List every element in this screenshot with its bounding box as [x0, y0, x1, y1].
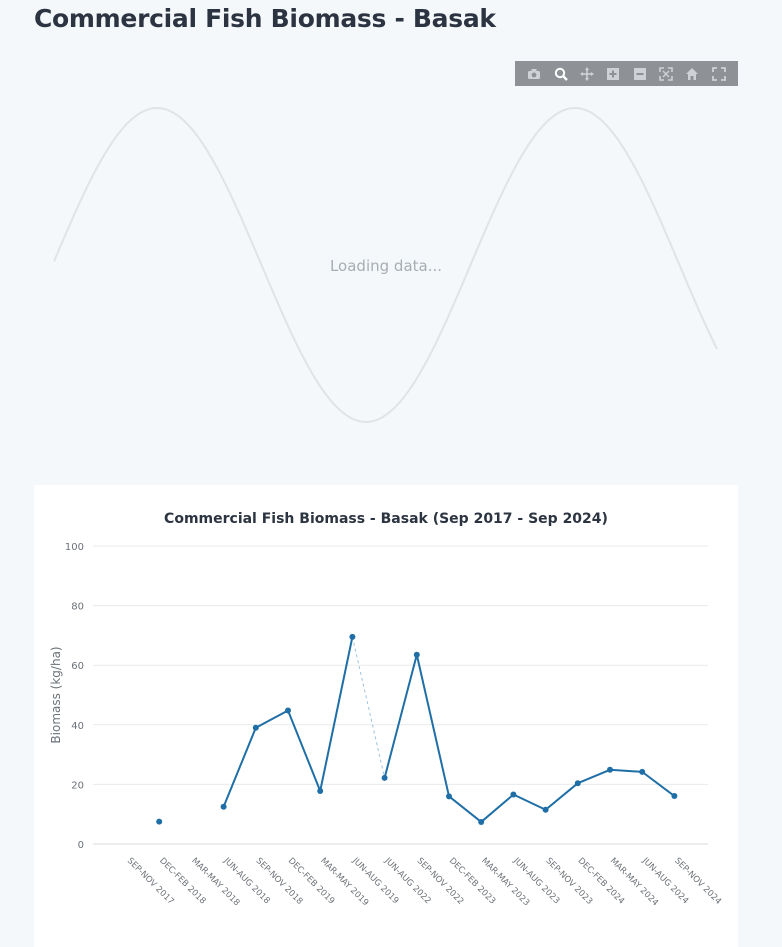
fullscreen-icon[interactable]: [711, 66, 727, 82]
data-point: [156, 818, 163, 825]
data-point: [317, 787, 324, 794]
series-line: [222, 636, 354, 808]
biomass-line-chart: Commercial Fish Biomass - Basak (Sep 201…: [49, 511, 723, 908]
y-tick-label: 100: [65, 542, 84, 553]
page-title: Commercial Fish Biomass - Basak: [34, 4, 496, 33]
data-point: [542, 806, 549, 813]
data-point: [381, 774, 388, 781]
y-tick-label: 60: [71, 661, 84, 672]
y-tick-label: 0: [78, 840, 84, 851]
data-point: [671, 793, 678, 800]
data-point: [574, 780, 581, 787]
camera-icon[interactable]: [526, 66, 542, 82]
data-point: [349, 633, 356, 640]
zoom-icon[interactable]: [553, 66, 569, 82]
data-point: [478, 818, 485, 825]
home-icon[interactable]: [684, 66, 700, 82]
chart-modebar: [515, 61, 738, 86]
zoom-in-icon[interactable]: [605, 66, 621, 82]
loading-text: Loading data...: [329, 257, 443, 275]
y-tick-label: 80: [71, 602, 84, 613]
chart-title: Commercial Fish Biomass - Basak (Sep 201…: [164, 511, 608, 527]
data-point: [639, 768, 646, 775]
data-point: [285, 707, 291, 714]
data-point: [510, 791, 517, 798]
autoscale-icon[interactable]: [658, 66, 674, 82]
y-tick-label: 40: [71, 721, 84, 732]
zoom-out-icon[interactable]: [632, 66, 648, 82]
y-tick-label: 20: [71, 780, 84, 791]
chart-card: Commercial Fish Biomass - Basak (Sep 201…: [34, 485, 738, 947]
data-point: [252, 724, 259, 731]
data-point: [413, 651, 420, 658]
pan-icon[interactable]: [579, 66, 595, 82]
series-line: [383, 653, 675, 823]
data-point: [607, 766, 613, 773]
y-axis-label: Biomass (kg/ha): [49, 646, 63, 743]
gap-connector-line: [351, 636, 386, 778]
data-point: [220, 803, 227, 810]
data-point: [446, 793, 452, 800]
